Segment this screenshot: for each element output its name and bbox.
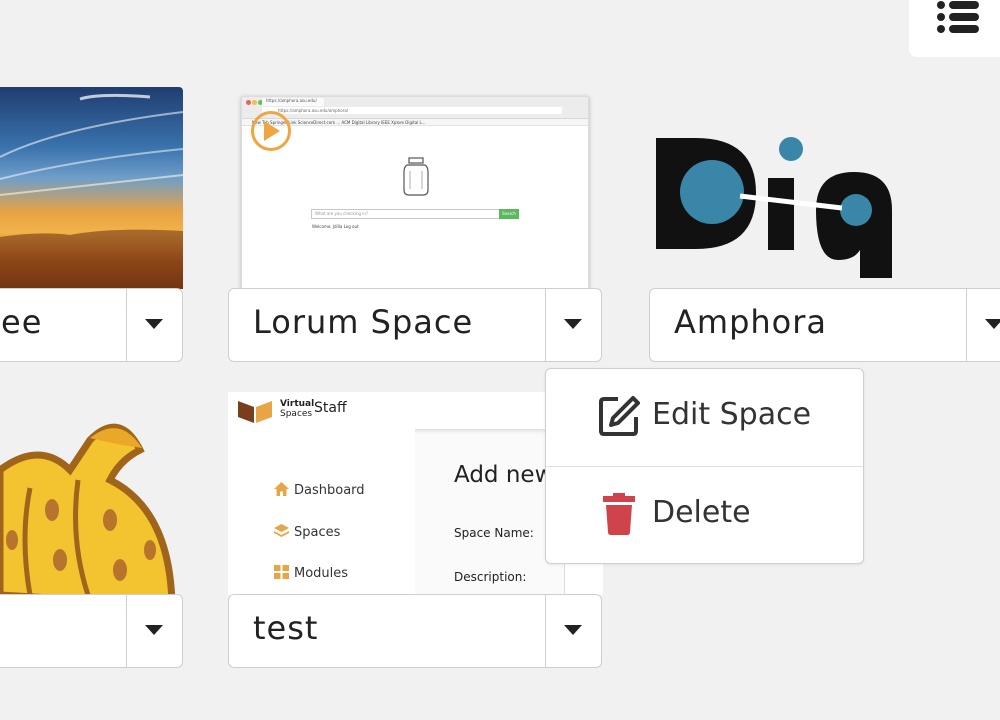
space-thumbnail-amphora[interactable]	[640, 120, 940, 288]
book-logo-icon	[238, 401, 272, 423]
browser-welcome-text: Welcome, Jdilla Log out	[312, 224, 359, 229]
space-menu-button[interactable]	[545, 594, 602, 668]
staff-brand: Virtual Spaces	[280, 399, 315, 419]
browser-search-button: Search	[499, 209, 519, 219]
layers-icon	[274, 524, 289, 537]
space-menu-button[interactable]	[126, 594, 183, 668]
space-name: Amphora	[674, 303, 827, 341]
grid-icon	[274, 565, 289, 579]
staff-field-label: Space Name:	[454, 526, 534, 540]
space-name-box[interactable]: Lorum Space	[228, 288, 547, 362]
space-menu-button[interactable]	[545, 288, 602, 362]
edit-icon	[599, 396, 640, 436]
delete-menu-item[interactable]: Delete	[546, 467, 863, 564]
list-icon	[937, 1, 979, 33]
staff-nav-dashboard: Dashboard	[274, 482, 365, 498]
space-thumbnail-bananas[interactable]	[0, 410, 178, 595]
staff-nav-spaces: Spaces	[274, 524, 340, 540]
dig-logo	[656, 137, 892, 278]
staff-title: Staff	[314, 400, 347, 416]
caret-down-icon	[564, 625, 582, 635]
space-name-box[interactable]: ee	[0, 288, 127, 362]
play-icon	[264, 121, 280, 141]
caret-down-icon	[985, 319, 1000, 329]
staff-field-label: Description:	[454, 570, 527, 584]
browser-chrome: https://amphora.asu.edu/ https://amphora…	[242, 97, 588, 119]
caret-down-icon	[564, 319, 582, 329]
edit-space-menu-item[interactable]: Edit Space	[546, 369, 863, 466]
space-menu-button[interactable]	[966, 288, 1000, 362]
home-icon	[274, 482, 289, 496]
space-name: Lorum Space	[253, 303, 474, 341]
space-name-box[interactable]: test	[228, 594, 547, 668]
browser-search-input: What are you checking in?	[311, 209, 501, 219]
jar-icon	[403, 157, 429, 196]
space-menu-button[interactable]	[126, 288, 183, 362]
play-button[interactable]	[251, 111, 291, 151]
space-name: ee	[1, 303, 43, 341]
staff-heading: Add new	[454, 462, 554, 488]
clouds-image	[0, 93, 183, 289]
space-thumbnail-lorum[interactable]: https://amphora.asu.edu/ https://amphora…	[241, 96, 589, 289]
bookmarks-bar: New Tab Springer Link ScienceDirect.com …	[242, 119, 588, 126]
space-name: test	[253, 609, 319, 647]
browser-url: https://amphora.asu.edu/amphora/	[262, 107, 562, 114]
banana-image	[0, 423, 176, 595]
edit-space-label: Edit Space	[652, 397, 812, 432]
space-context-menu: Edit Space Delete	[545, 368, 864, 564]
browser-tab: https://amphora.asu.edu/	[262, 98, 324, 106]
space-name-box[interactable]	[0, 594, 127, 668]
delete-label: Delete	[652, 495, 751, 530]
space-thumbnail-sunset[interactable]	[0, 87, 183, 289]
view-toggle-button[interactable]	[909, 0, 1000, 57]
caret-down-icon	[145, 625, 163, 635]
trash-icon	[603, 493, 635, 535]
caret-down-icon	[145, 319, 163, 329]
staff-nav-modules: Modules	[274, 565, 348, 581]
space-name-box[interactable]: Amphora	[649, 288, 968, 362]
